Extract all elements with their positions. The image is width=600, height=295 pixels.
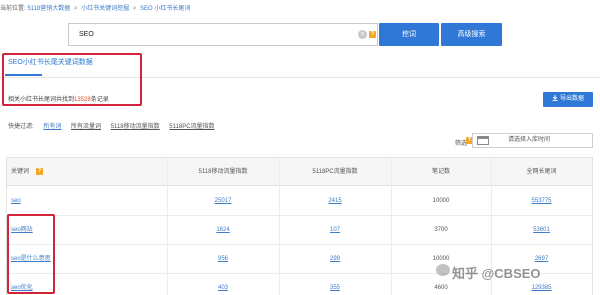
pc-index-cell[interactable]: 355 bbox=[279, 274, 391, 295]
notes-cell: 3700 bbox=[434, 227, 448, 233]
longtail-cell[interactable]: 53601 bbox=[491, 216, 592, 244]
breadcrumb: 当前位置: 5118营销大数据 > 小红书关键词挖掘 > SEO 小红书长尾词 bbox=[0, 3, 190, 15]
header-pc-index[interactable]: 5118PC流量指数 bbox=[279, 158, 391, 186]
breadcrumb-item-5118[interactable]: 5118营销大数据 bbox=[27, 6, 70, 12]
header-keyword: 关键词 bbox=[11, 169, 30, 175]
advanced-search-button[interactable]: 高级搜索 bbox=[441, 23, 502, 46]
filter-mobile-index[interactable]: 5118移动流量指数 bbox=[111, 124, 160, 130]
search-box[interactable]: SEO × ? bbox=[68, 23, 378, 46]
highlight-box-summary bbox=[2, 53, 142, 106]
export-label: 导出数据 bbox=[559, 96, 584, 102]
mobile-index-cell[interactable]: 25017 bbox=[167, 187, 279, 215]
longtail-cell[interactable]: 553775 bbox=[491, 187, 592, 215]
table-header: 关键词 ? 5118移动流量指数 5118PC流量指数 笔记数 全网长尾词 bbox=[7, 158, 592, 186]
notes-cell: 10000 bbox=[432, 198, 450, 204]
mobile-index-cell[interactable]: 1624 bbox=[167, 216, 279, 244]
breadcrumb-item-current[interactable]: SEO 小红书长尾词 bbox=[140, 6, 190, 12]
header-longtail[interactable]: 全网长尾词 bbox=[491, 158, 592, 186]
keyword-help-icon[interactable]: ? bbox=[36, 168, 43, 175]
breadcrumb-label: 当前位置: bbox=[0, 6, 26, 12]
table-row: seo 25017 2415 10000 553775 bbox=[7, 187, 592, 216]
keyword-cell[interactable]: seo bbox=[11, 187, 21, 215]
export-button[interactable]: 导出数据 bbox=[543, 92, 593, 107]
time-picker[interactable]: 请选择入库时间 bbox=[472, 133, 593, 148]
calendar-icon bbox=[477, 136, 489, 145]
quick-filter-label: 快捷过滤: bbox=[8, 124, 34, 130]
filter-traffic-words[interactable]: 所有流量词 bbox=[71, 124, 101, 130]
watermark: 知乎 @CBSEO bbox=[452, 266, 541, 281]
mobile-index-cell[interactable]: 956 bbox=[167, 245, 279, 273]
filter-all-words[interactable]: 所有词 bbox=[43, 124, 61, 130]
search-button[interactable]: 挖词 bbox=[379, 23, 439, 46]
highlight-box-keywords bbox=[7, 214, 55, 294]
filter-pc-index[interactable]: 5118PC流量指数 bbox=[169, 124, 214, 130]
time-placeholder: 请选择入库时间 bbox=[508, 137, 551, 143]
pc-index-cell[interactable]: 2415 bbox=[279, 187, 391, 215]
header-notes[interactable]: 笔记数 bbox=[391, 158, 491, 186]
help-icon[interactable]: ? bbox=[369, 31, 376, 38]
header-mobile-index[interactable]: 5118移动流量指数 bbox=[167, 158, 279, 186]
breadcrumb-separator: > bbox=[73, 6, 78, 12]
zhihu-watermark-icon bbox=[436, 264, 450, 276]
quick-filter: 快捷过滤: 所有词 所有流量词 5118移动流量指数 5118PC流量指数 bbox=[8, 121, 215, 130]
download-icon bbox=[552, 95, 558, 101]
clear-icon[interactable]: × bbox=[358, 30, 367, 39]
breadcrumb-item-xhs-mining[interactable]: 小红书关键词挖掘 bbox=[81, 6, 129, 12]
table-row: seo网站 1624 107 3700 53601 bbox=[7, 216, 592, 245]
mobile-index-cell[interactable]: 403 bbox=[167, 274, 279, 295]
breadcrumb-separator: > bbox=[132, 6, 137, 12]
search-input[interactable]: SEO bbox=[79, 24, 94, 45]
pc-index-cell[interactable]: 299 bbox=[279, 245, 391, 273]
pc-index-cell[interactable]: 107 bbox=[279, 216, 391, 244]
